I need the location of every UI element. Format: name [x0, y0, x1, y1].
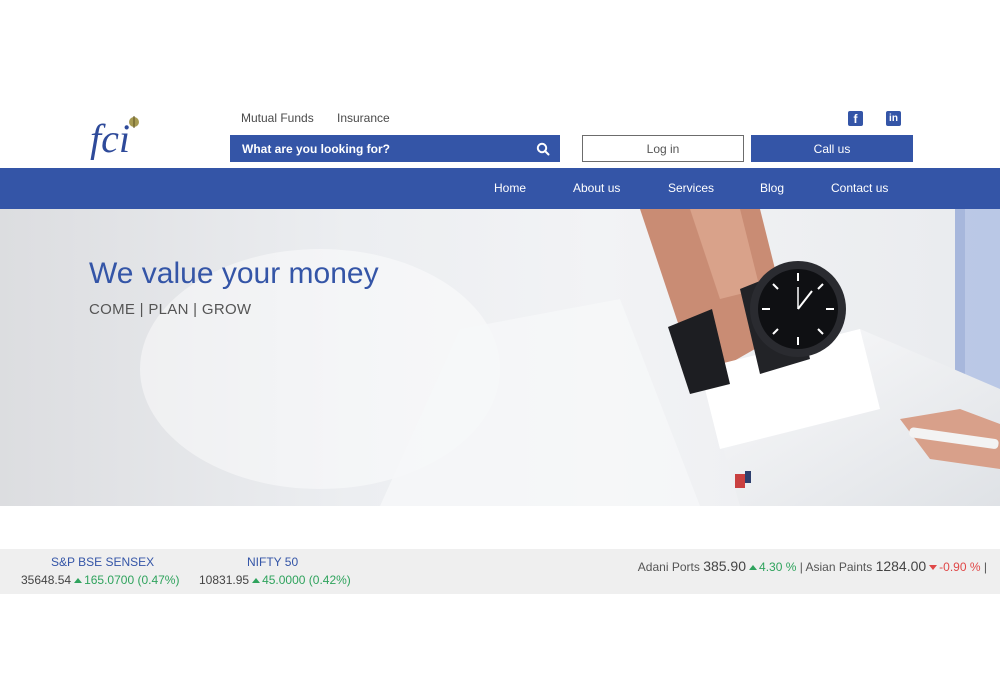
- nifty-change: 45.0000 (0.42%): [262, 573, 351, 587]
- down-arrow-icon: [929, 565, 938, 570]
- linkedin-icon[interactable]: in: [886, 111, 901, 126]
- up-arrow-icon: [749, 565, 758, 570]
- search-input[interactable]: [240, 140, 536, 157]
- nav-home[interactable]: Home: [494, 181, 526, 195]
- main-nav: Home About us Services Blog Contact us: [0, 168, 1000, 209]
- facebook-glyph: f: [853, 111, 858, 126]
- stock-price: 1284.00: [875, 558, 927, 574]
- separator: |: [799, 560, 803, 574]
- logo-graphic: fci: [90, 116, 139, 161]
- mutual-funds-link[interactable]: Mutual Funds: [241, 111, 314, 125]
- sensex-name: S&P BSE SENSEX: [51, 555, 155, 569]
- facebook-icon[interactable]: f: [848, 111, 863, 126]
- stock-price: 385.90: [703, 558, 747, 574]
- stock-name: Adani Ports: [637, 560, 700, 574]
- sensex-change: 165.0700 (0.47%): [84, 573, 180, 587]
- hero-image: [140, 209, 1000, 506]
- stock-name: Asian Paints: [805, 560, 873, 574]
- stock-scroller: Adani Ports 385.90 4.30 % | Asian Paints …: [638, 558, 987, 574]
- logo-text: fci: [90, 116, 130, 160]
- search-icon[interactable]: [536, 142, 550, 156]
- separator: |: [983, 560, 987, 574]
- stock-change: -0.90 %: [939, 560, 981, 574]
- up-arrow-icon: [74, 578, 83, 583]
- call-us-button[interactable]: Call us: [751, 135, 913, 162]
- fci-logo[interactable]: fci: [88, 108, 152, 161]
- hero-banner: We value your money COME | PLAN | GROW: [0, 209, 1000, 506]
- search-bar: [230, 135, 560, 162]
- linkedin-glyph: in: [889, 113, 898, 124]
- hero-title: We value your money: [89, 257, 379, 290]
- market-ticker: S&P BSE SENSEX 35648.54 165.0700 (0.47%) …: [0, 549, 1000, 594]
- stock-change: 4.30 %: [759, 560, 797, 574]
- nifty-name: NIFTY 50: [247, 555, 299, 569]
- hero-subtitle: COME | PLAN | GROW: [89, 301, 252, 318]
- up-arrow-icon: [252, 578, 261, 583]
- nav-services[interactable]: Services: [668, 181, 714, 195]
- sensex-quote: 35648.54 165.0700 (0.47%): [21, 573, 179, 587]
- login-button[interactable]: Log in: [582, 135, 744, 162]
- nifty-value: 10831.95: [199, 573, 250, 587]
- nav-blog[interactable]: Blog: [760, 181, 784, 195]
- nav-contact-us[interactable]: Contact us: [831, 181, 888, 195]
- nav-about-us[interactable]: About us: [573, 181, 620, 195]
- insurance-link[interactable]: Insurance: [337, 111, 390, 125]
- sensex-value: 35648.54: [21, 573, 72, 587]
- nifty-quote: 10831.95 45.0000 (0.42%): [199, 573, 351, 587]
